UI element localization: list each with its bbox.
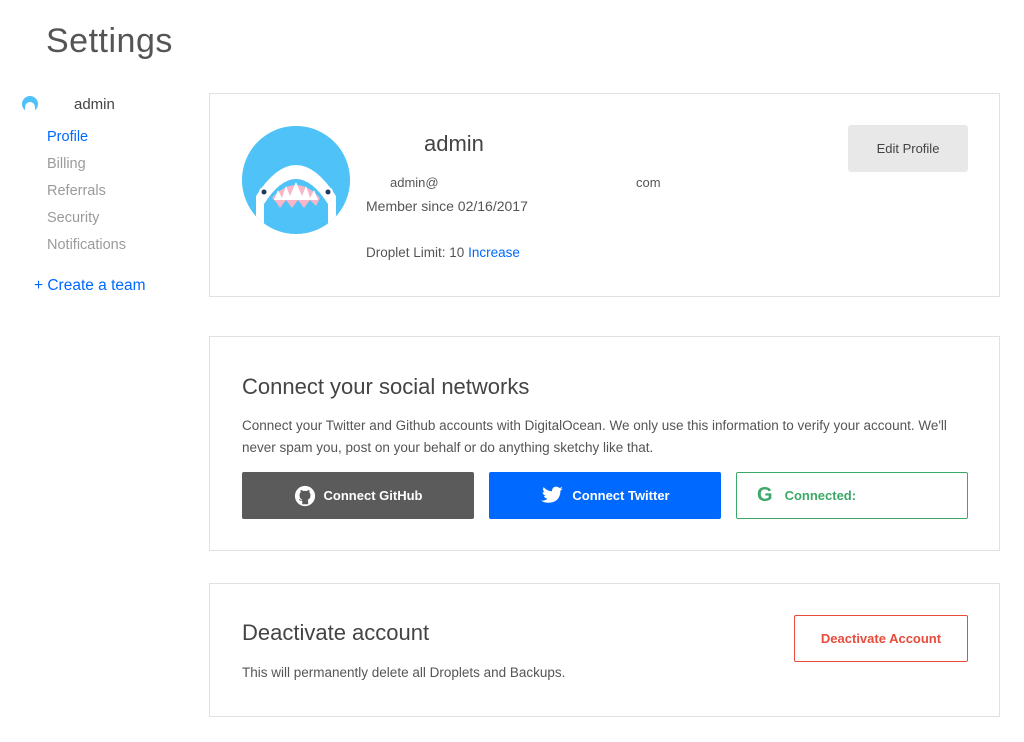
sidebar-item-referrals[interactable]: Referrals [0, 178, 190, 205]
edit-profile-button[interactable]: Edit Profile [848, 125, 968, 172]
google-icon: G [757, 484, 773, 506]
google-connected-label: Connected: [784, 488, 857, 503]
member-since: Member since 02/16/2017 [366, 198, 528, 214]
deactivate-description: This will permanently delete all Droplet… [242, 665, 566, 680]
sidebar-item-notifications[interactable]: Notifications [0, 232, 190, 259]
deactivate-section-title: Deactivate account [242, 620, 430, 645]
connect-twitter-button[interactable]: Connect Twitter [489, 472, 721, 519]
twitter-icon [540, 486, 564, 506]
github-icon [294, 485, 316, 507]
connect-github-label: Connect GitHub [323, 488, 423, 503]
droplet-limit-text: Droplet Limit: 10 [366, 245, 465, 260]
profile-name: admin [424, 131, 484, 156]
google-connected-button[interactable]: G Connected: [736, 472, 968, 519]
sidebar-item-billing[interactable]: Billing [0, 151, 190, 178]
profile-email-domain: com [636, 175, 661, 190]
shark-avatar [242, 126, 350, 234]
social-description: Connect your Twitter and Github accounts… [242, 418, 947, 455]
increase-limit-link[interactable]: Increase [468, 245, 520, 260]
connect-github-button[interactable]: Connect GitHub [242, 472, 474, 519]
deactivate-card: Deactivate account This will permanently… [209, 583, 1000, 717]
create-team-link[interactable]: + Create a team [0, 277, 190, 295]
page-title: Settings [46, 22, 173, 60]
social-networks-card: Connect your social networks Connect you… [209, 336, 1000, 551]
shark-icon [242, 126, 350, 234]
sidebar-user-name: admin [74, 95, 115, 113]
droplet-limit: Droplet Limit: 10 Increase [366, 245, 520, 260]
user-avatar-icon [22, 96, 38, 112]
sidebar-nav: Profile Billing Referrals Security Notif… [0, 124, 190, 259]
profile-card: admin admin@ com Member since 02/16/2017… [209, 93, 1000, 297]
sidebar-user[interactable]: admin [0, 92, 190, 116]
social-section-title: Connect your social networks [242, 374, 530, 399]
sidebar-item-security[interactable]: Security [0, 205, 190, 232]
profile-email-user: admin@ [390, 175, 439, 190]
settings-sidebar: admin Profile Billing Referrals Security… [0, 92, 190, 295]
sidebar-item-profile[interactable]: Profile [0, 124, 190, 151]
deactivate-account-button[interactable]: Deactivate Account [794, 615, 968, 662]
connect-twitter-label: Connect Twitter [572, 488, 670, 503]
